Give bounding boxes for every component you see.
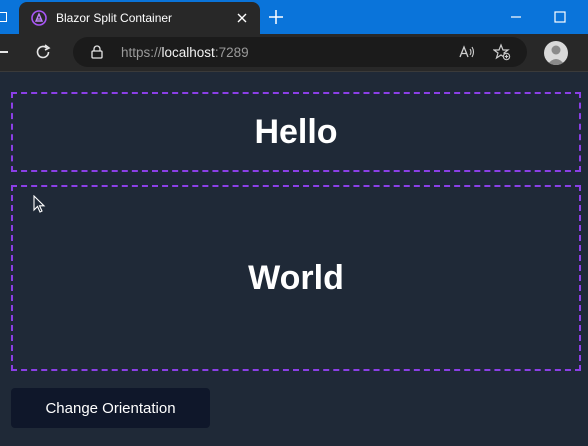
active-tab[interactable]: Blazor Split Container bbox=[19, 2, 260, 34]
read-aloud-icon[interactable] bbox=[458, 43, 476, 61]
mouse-pointer-icon bbox=[33, 195, 46, 213]
person-silhouette-icon bbox=[547, 45, 565, 65]
close-icon[interactable] bbox=[234, 10, 250, 26]
url-port: :7289 bbox=[214, 45, 249, 60]
lock-icon[interactable] bbox=[89, 44, 105, 60]
minimize-icon[interactable] bbox=[506, 7, 526, 27]
reload-icon[interactable] bbox=[33, 42, 53, 62]
tab-actions-icon bbox=[0, 12, 7, 22]
page-content: Hello World Change Orientation bbox=[0, 73, 588, 446]
blazor-logo-icon bbox=[31, 10, 47, 26]
tab-title: Blazor Split Container bbox=[56, 11, 173, 25]
url-host: localhost bbox=[161, 45, 215, 60]
title-bar: Blazor Split Container bbox=[0, 0, 588, 34]
add-favorite-icon[interactable] bbox=[493, 43, 511, 61]
url-scheme: https:// bbox=[121, 45, 162, 60]
profile-avatar-icon[interactable] bbox=[544, 41, 568, 65]
plus-icon[interactable] bbox=[266, 7, 286, 27]
pane-heading-hello: Hello bbox=[254, 112, 338, 151]
split-pane-bottom: World bbox=[11, 185, 581, 371]
url-text[interactable]: https://localhost:7289 bbox=[121, 45, 249, 60]
split-pane-top: Hello bbox=[11, 92, 581, 172]
previous-tab-edge[interactable] bbox=[0, 8, 14, 26]
browser-toolbar: https://localhost:7289 bbox=[0, 34, 588, 72]
back-arrow-icon[interactable] bbox=[0, 51, 8, 53]
address-bar[interactable]: https://localhost:7289 bbox=[73, 37, 527, 67]
pane-heading-world: World bbox=[248, 258, 344, 297]
maximize-icon[interactable] bbox=[550, 7, 570, 27]
change-orientation-button[interactable]: Change Orientation bbox=[11, 388, 210, 428]
